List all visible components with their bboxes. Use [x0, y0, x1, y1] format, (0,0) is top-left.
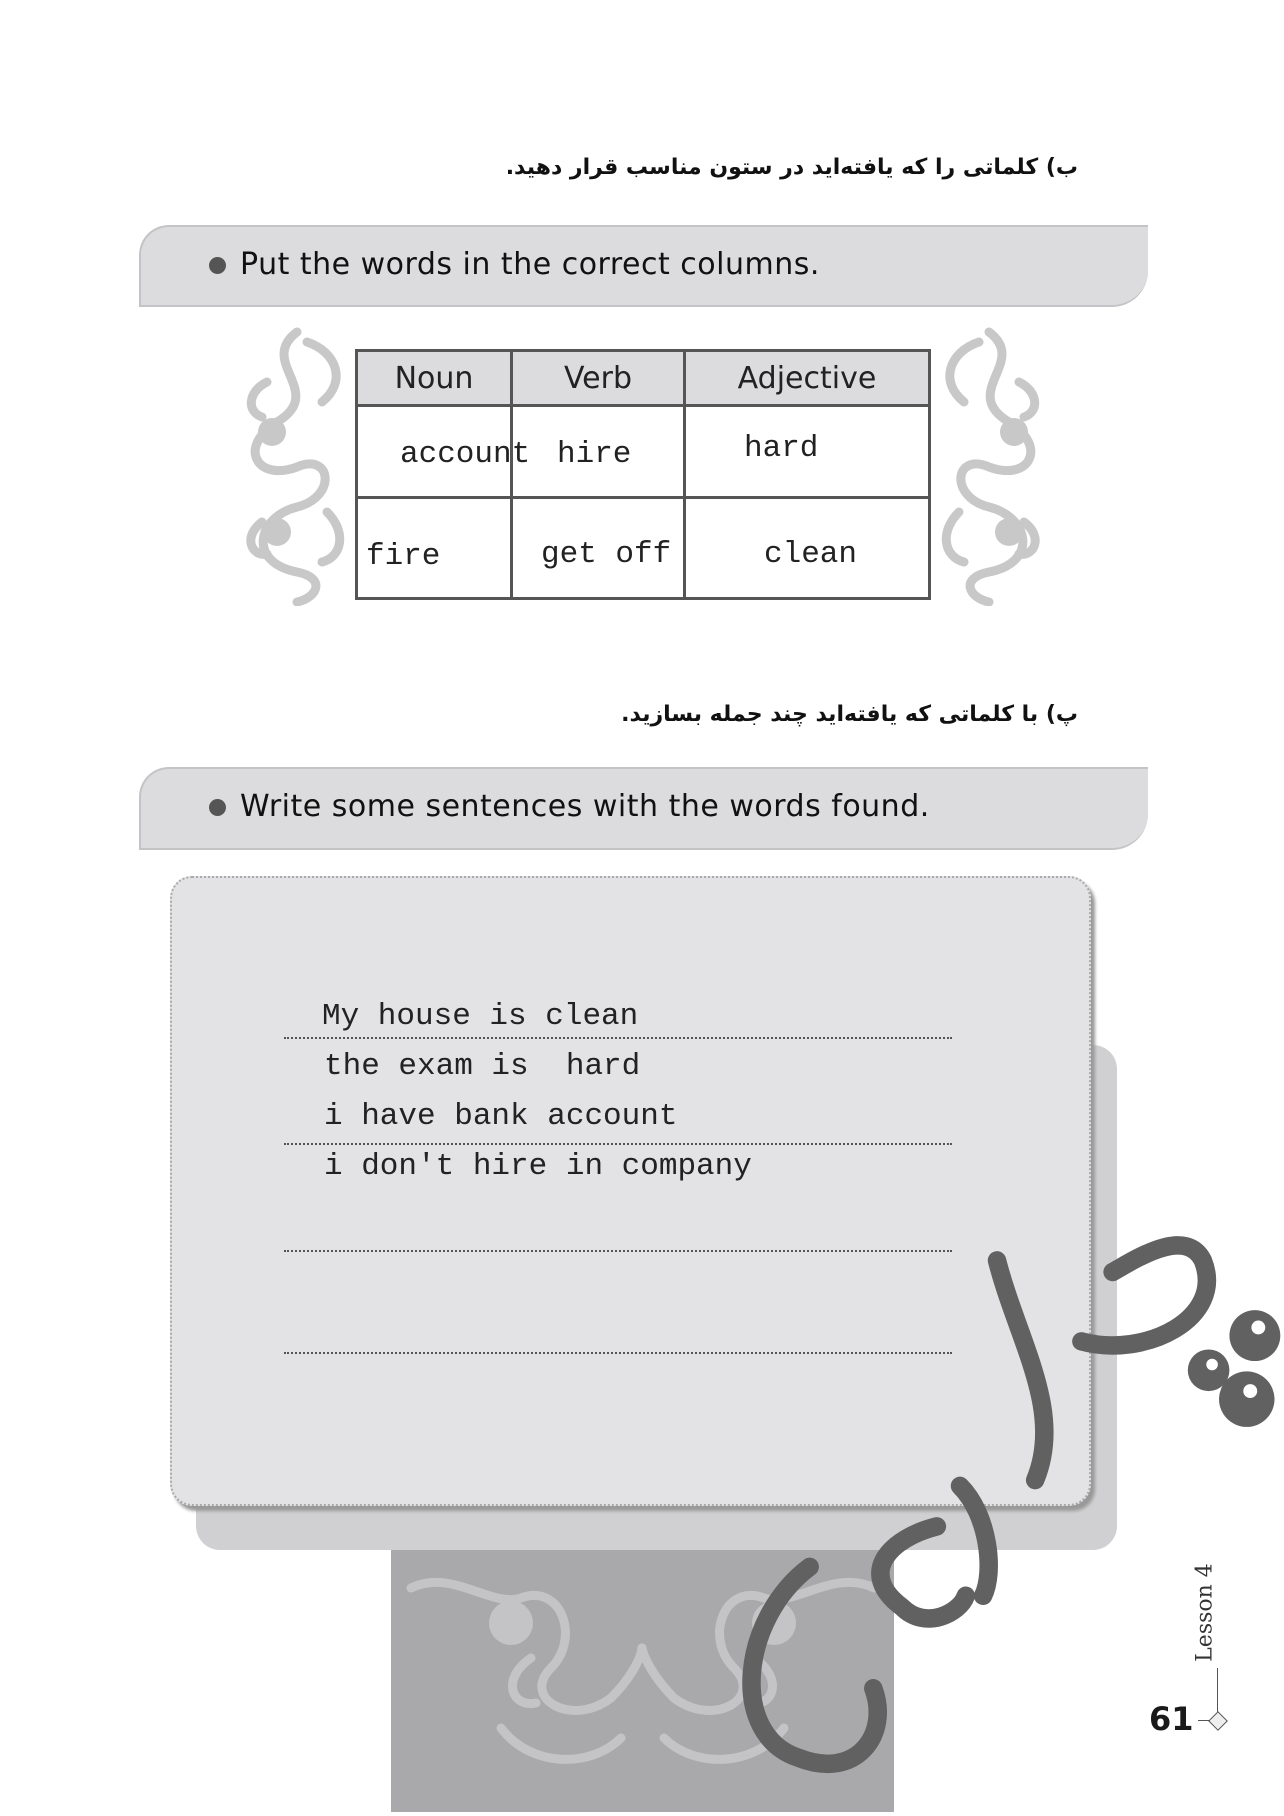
bullet-icon	[209, 799, 226, 816]
table-cell: clean	[683, 496, 931, 600]
writing-line	[284, 1250, 952, 1252]
header-verb: Verb	[510, 349, 686, 407]
page-number: 61	[1149, 1700, 1194, 1738]
instruction-text-b: Put the words in the correct columns.	[240, 247, 820, 282]
instruction-banner-b: Put the words in the correct columns.	[139, 225, 1148, 307]
floral-ornament-left-icon	[246, 327, 345, 606]
instruction-banner-p: Write some sentences with the words foun…	[139, 767, 1148, 850]
table-cell: fire	[355, 496, 513, 600]
persian-instruction-p: پ) با کلماتی که یافته‌اید چند جمله بسازی…	[621, 702, 1078, 727]
writing-line	[284, 1143, 952, 1145]
floral-ornament-bottom-icon	[406, 1577, 879, 1764]
bullet-icon	[209, 257, 226, 274]
writing-line	[284, 1037, 952, 1039]
table-cell: hire	[510, 404, 686, 499]
header-noun: Noun	[355, 349, 513, 407]
table-cell: get off	[510, 496, 686, 600]
diamond-connector	[1198, 1720, 1210, 1721]
ornament-block	[391, 1548, 894, 1812]
instruction-text-p: Write some sentences with the words foun…	[240, 789, 930, 824]
persian-instruction-b: ب) کلماتی را که یافته‌اید در ستون مناسب …	[505, 155, 1078, 180]
word-columns-table: Noun Verb Adjective account hire hard fi…	[355, 349, 931, 600]
sentence-1: My house is clean	[322, 999, 639, 1034]
sentences-panel: My house is clean the exam is hard i hav…	[170, 876, 1091, 1506]
lesson-label: Lesson 4	[1192, 1563, 1218, 1662]
sentence-3: i have bank account	[324, 1099, 678, 1134]
table-cell: account	[355, 404, 530, 499]
diamond-icon	[1208, 1711, 1228, 1731]
writing-line	[284, 1352, 952, 1354]
sentence-4: i don't hire in company	[324, 1149, 752, 1184]
sentence-2: the exam is hard	[324, 1049, 641, 1084]
table-cell: hard	[683, 404, 931, 499]
floral-ornament-right-icon	[941, 327, 1040, 606]
header-adjective: Adjective	[683, 349, 931, 407]
